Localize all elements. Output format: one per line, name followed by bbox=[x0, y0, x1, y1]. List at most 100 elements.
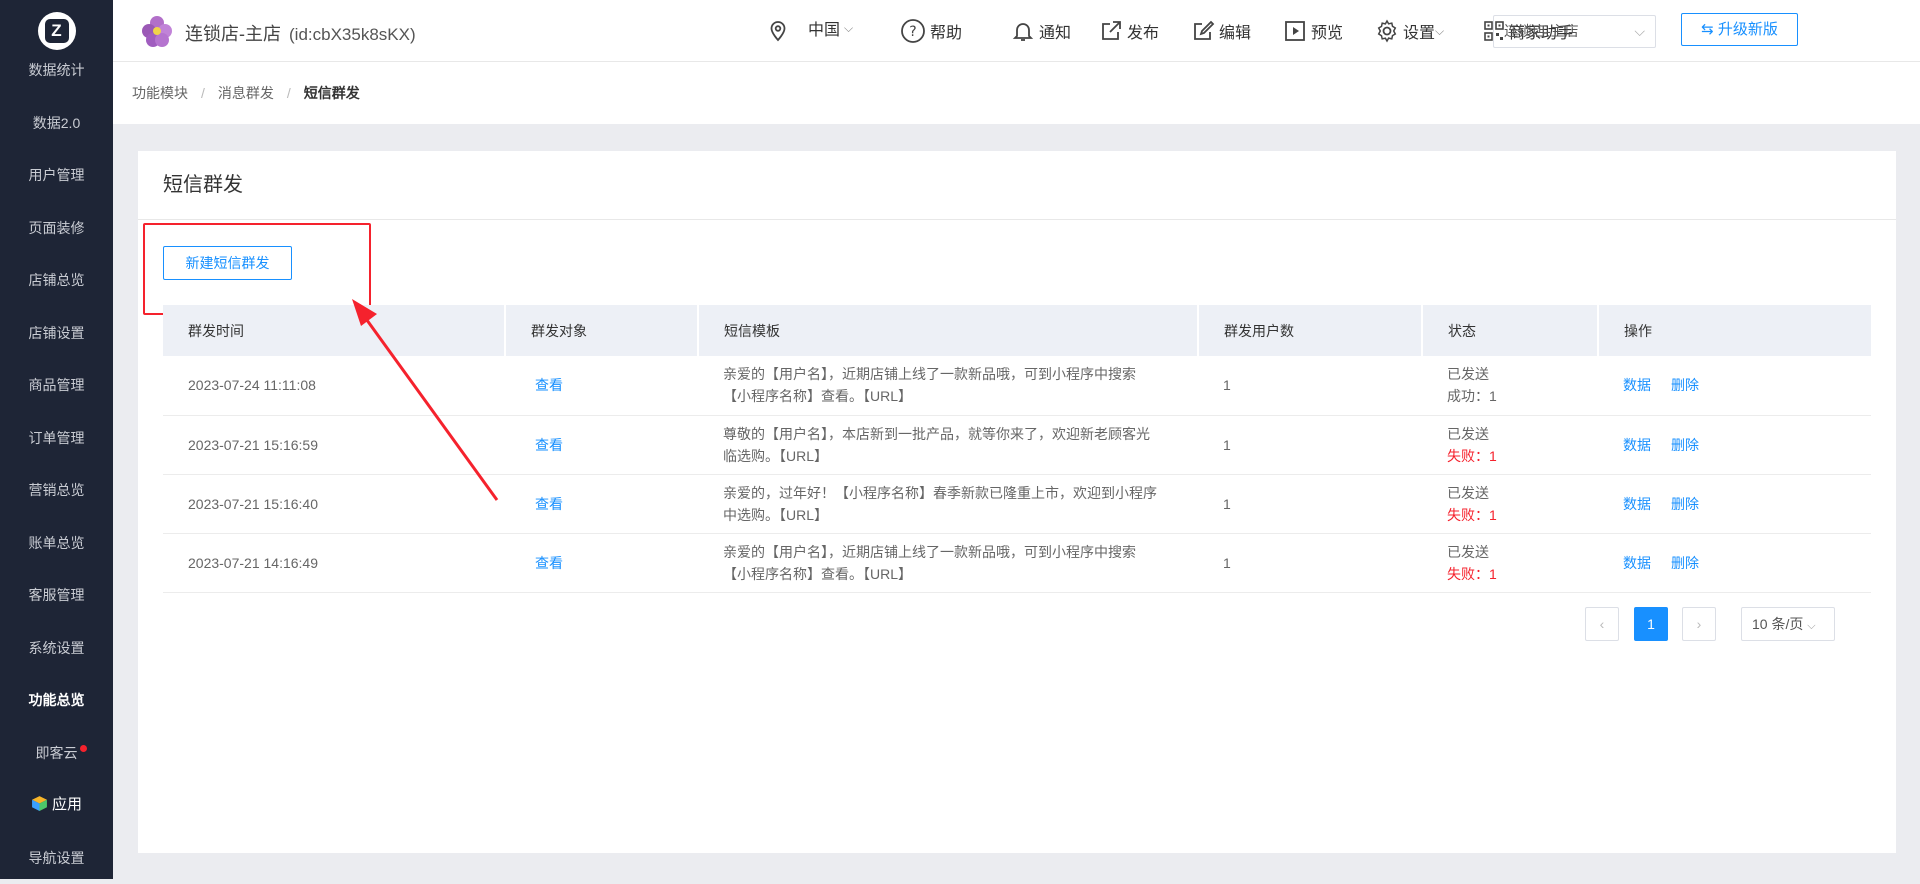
sidebar-item-label: 客服管理 bbox=[29, 587, 85, 603]
breadcrumb-item-features[interactable]: 功能模块 bbox=[132, 85, 188, 101]
sidebar-item-data-2[interactable]: 数据2.0 bbox=[0, 97, 113, 150]
sidebar-item-page-decor[interactable]: 页面装修 bbox=[0, 202, 113, 255]
sidebar-item-data-stats[interactable]: 数据统计 bbox=[0, 44, 113, 97]
page-1-button[interactable]: 1 bbox=[1634, 607, 1668, 641]
sidebar-nav: 数据统计 数据2.0 用户管理 页面装修 店铺总览 店铺设置 商品管理 订单管理… bbox=[0, 44, 113, 884]
sidebar-item-nav-settings[interactable]: 导航设置 bbox=[0, 832, 113, 884]
sidebar-item-label: 订单管理 bbox=[29, 430, 85, 446]
sidebar-item-label: 系统设置 bbox=[29, 640, 85, 656]
sidebar-item-marketing[interactable]: 营销总览 bbox=[0, 464, 113, 517]
template-text-line: 尊敬的【用户名】，本店新到一批产品，就等你来了，欢迎新老顾客光 bbox=[723, 423, 1198, 445]
notify-button[interactable]: 通知 bbox=[1011, 18, 1071, 44]
help-icon: ? bbox=[900, 18, 926, 44]
breadcrumb-separator: / bbox=[287, 85, 291, 101]
cell-status: 已发送失败：1 bbox=[1422, 415, 1598, 474]
result-text: 失败：1 bbox=[1447, 504, 1598, 526]
delete-link[interactable]: 删除 bbox=[1671, 496, 1699, 512]
cell-template: 亲爱的，过年好！【小程序名称】春季新款已隆重上市，欢迎到小程序中选购。【URL】 bbox=[698, 474, 1198, 533]
next-page-button[interactable]: › bbox=[1682, 607, 1716, 641]
cell-status: 已发送失败：1 bbox=[1422, 474, 1598, 533]
page-size-select[interactable]: 10 条/页 ⌵ bbox=[1741, 607, 1835, 641]
cell-time: 2023-07-21 14:16:49 bbox=[163, 533, 505, 592]
store-select-value: 连锁店-主店 bbox=[1504, 23, 1579, 39]
sidebar-item-users[interactable]: 用户管理 bbox=[0, 149, 113, 202]
breadcrumb: 功能模块/消息群发/短信群发 bbox=[113, 62, 1920, 124]
cell-user-count: 1 bbox=[1198, 415, 1422, 474]
sidebar-item-label: 用户管理 bbox=[29, 167, 85, 183]
preview-button[interactable]: 预览 bbox=[1283, 18, 1343, 44]
data-link[interactable]: 数据 bbox=[1623, 437, 1651, 453]
view-target-link[interactable]: 查看 bbox=[535, 496, 563, 512]
view-target-link[interactable]: 查看 bbox=[535, 437, 563, 453]
breadcrumb-item-message-broadcast[interactable]: 消息群发 bbox=[218, 85, 274, 101]
region-selector[interactable]: 中国 ⌵ bbox=[768, 18, 853, 44]
sidebar-item-label: 数据2.0 bbox=[33, 115, 80, 131]
settings-menu[interactable]: 设置 ⌵ bbox=[1375, 18, 1444, 44]
delete-link[interactable]: 删除 bbox=[1671, 555, 1699, 571]
result-text: 成功：1 bbox=[1447, 385, 1598, 407]
column-header-time: 群发时间 bbox=[163, 305, 505, 356]
edit-label: 编辑 bbox=[1219, 19, 1251, 43]
store-select[interactable]: 连锁店-主店 ⌵ bbox=[1493, 15, 1656, 48]
table-row: 2023-07-24 11:11:08 查看 亲爱的【用户名】，近期店铺上线了一… bbox=[163, 356, 1871, 415]
publish-button[interactable]: 发布 bbox=[1099, 18, 1159, 44]
store-avatar bbox=[139, 13, 175, 49]
sidebar-item-jikeyun[interactable]: 即客云 bbox=[0, 727, 113, 780]
status-text: 已发送 bbox=[1447, 541, 1598, 563]
new-sms-broadcast-button[interactable]: 新建短信群发 bbox=[163, 246, 292, 280]
bell-icon bbox=[1011, 19, 1035, 43]
status-text: 已发送 bbox=[1447, 482, 1598, 504]
help-label: 帮助 bbox=[930, 19, 962, 43]
cell-actions: 数据 删除 bbox=[1598, 533, 1871, 592]
upgrade-button[interactable]: ⇆ 升级新版 bbox=[1681, 13, 1798, 46]
cell-template: 亲爱的【用户名】，近期店铺上线了一款新品哦，可到小程序中搜索【小程序名称】查看。… bbox=[698, 356, 1198, 415]
breadcrumb-separator: / bbox=[201, 85, 205, 101]
data-link[interactable]: 数据 bbox=[1623, 555, 1651, 571]
store-id: (id:cbX35k8sKX) bbox=[289, 25, 416, 44]
column-header-status: 状态 bbox=[1422, 305, 1598, 356]
cell-template: 亲爱的【用户名】，近期店铺上线了一款新品哦，可到小程序中搜索【小程序名称】查看。… bbox=[698, 533, 1198, 592]
sidebar-item-customer-service[interactable]: 客服管理 bbox=[0, 569, 113, 622]
sidebar-item-features[interactable]: 功能总览 bbox=[0, 674, 113, 727]
sidebar-item-label: 营销总览 bbox=[29, 482, 85, 498]
sidebar-item-orders[interactable]: 订单管理 bbox=[0, 412, 113, 465]
sidebar-item-label: 应用 bbox=[52, 796, 82, 813]
sidebar: Z 数据统计 数据2.0 用户管理 页面装修 店铺总览 店铺设置 商品管理 订单… bbox=[0, 0, 113, 879]
edit-button[interactable]: 编辑 bbox=[1191, 18, 1251, 44]
sidebar-item-label: 商品管理 bbox=[29, 377, 85, 393]
page-size-value: 10 条/页 bbox=[1752, 616, 1803, 632]
help-button[interactable]: ? 帮助 bbox=[900, 18, 962, 44]
sidebar-item-products[interactable]: 商品管理 bbox=[0, 359, 113, 412]
location-pin-icon bbox=[768, 20, 788, 42]
content-card: 短信群发 新建短信群发 群发时间 群发对象 短信模板 群发用户数 状态 操作 2… bbox=[138, 151, 1896, 853]
sidebar-item-label: 功能总览 bbox=[29, 692, 85, 708]
template-text-line: 亲爱的【用户名】，近期店铺上线了一款新品哦，可到小程序中搜索 bbox=[723, 363, 1198, 385]
svg-text:?: ? bbox=[909, 24, 916, 40]
sidebar-item-store-settings[interactable]: 店铺设置 bbox=[0, 307, 113, 360]
prev-page-button[interactable]: ‹ bbox=[1585, 607, 1619, 641]
status-text: 已发送 bbox=[1447, 423, 1598, 445]
notification-dot bbox=[80, 745, 87, 752]
sidebar-item-apps[interactable]: 应用 bbox=[0, 779, 113, 832]
table-header-row: 群发时间 群发对象 短信模板 群发用户数 状态 操作 bbox=[163, 305, 1871, 356]
top-header: 连锁店-主店 (id:cbX35k8sKX) 中国 ⌵ ? 帮助 通知 发布 编辑… bbox=[113, 0, 1920, 62]
table-row: 2023-07-21 14:16:49 查看 亲爱的【用户名】，近期店铺上线了一… bbox=[163, 533, 1871, 592]
delete-link[interactable]: 删除 bbox=[1671, 437, 1699, 453]
view-target-link[interactable]: 查看 bbox=[535, 377, 563, 393]
template-text-line: 临选购。【URL】 bbox=[723, 445, 1198, 467]
sidebar-item-bills[interactable]: 账单总览 bbox=[0, 517, 113, 570]
delete-link[interactable]: 删除 bbox=[1671, 377, 1699, 393]
data-link[interactable]: 数据 bbox=[1623, 377, 1651, 393]
view-target-link[interactable]: 查看 bbox=[535, 555, 563, 571]
template-text-line: 亲爱的，过年好！【小程序名称】春季新款已隆重上市，欢迎到小程序 bbox=[723, 482, 1198, 504]
sidebar-item-system-settings[interactable]: 系统设置 bbox=[0, 622, 113, 675]
sidebar-item-store-overview[interactable]: 店铺总览 bbox=[0, 254, 113, 307]
chevron-down-icon: ⌵ bbox=[844, 21, 853, 36]
column-header-actions: 操作 bbox=[1598, 305, 1871, 356]
column-header-target: 群发对象 bbox=[505, 305, 698, 356]
data-link[interactable]: 数据 bbox=[1623, 496, 1651, 512]
preview-label: 预览 bbox=[1311, 19, 1343, 43]
column-header-user-count: 群发用户数 bbox=[1198, 305, 1422, 356]
sidebar-item-label: 即客云 bbox=[36, 745, 78, 761]
cell-user-count: 1 bbox=[1198, 533, 1422, 592]
